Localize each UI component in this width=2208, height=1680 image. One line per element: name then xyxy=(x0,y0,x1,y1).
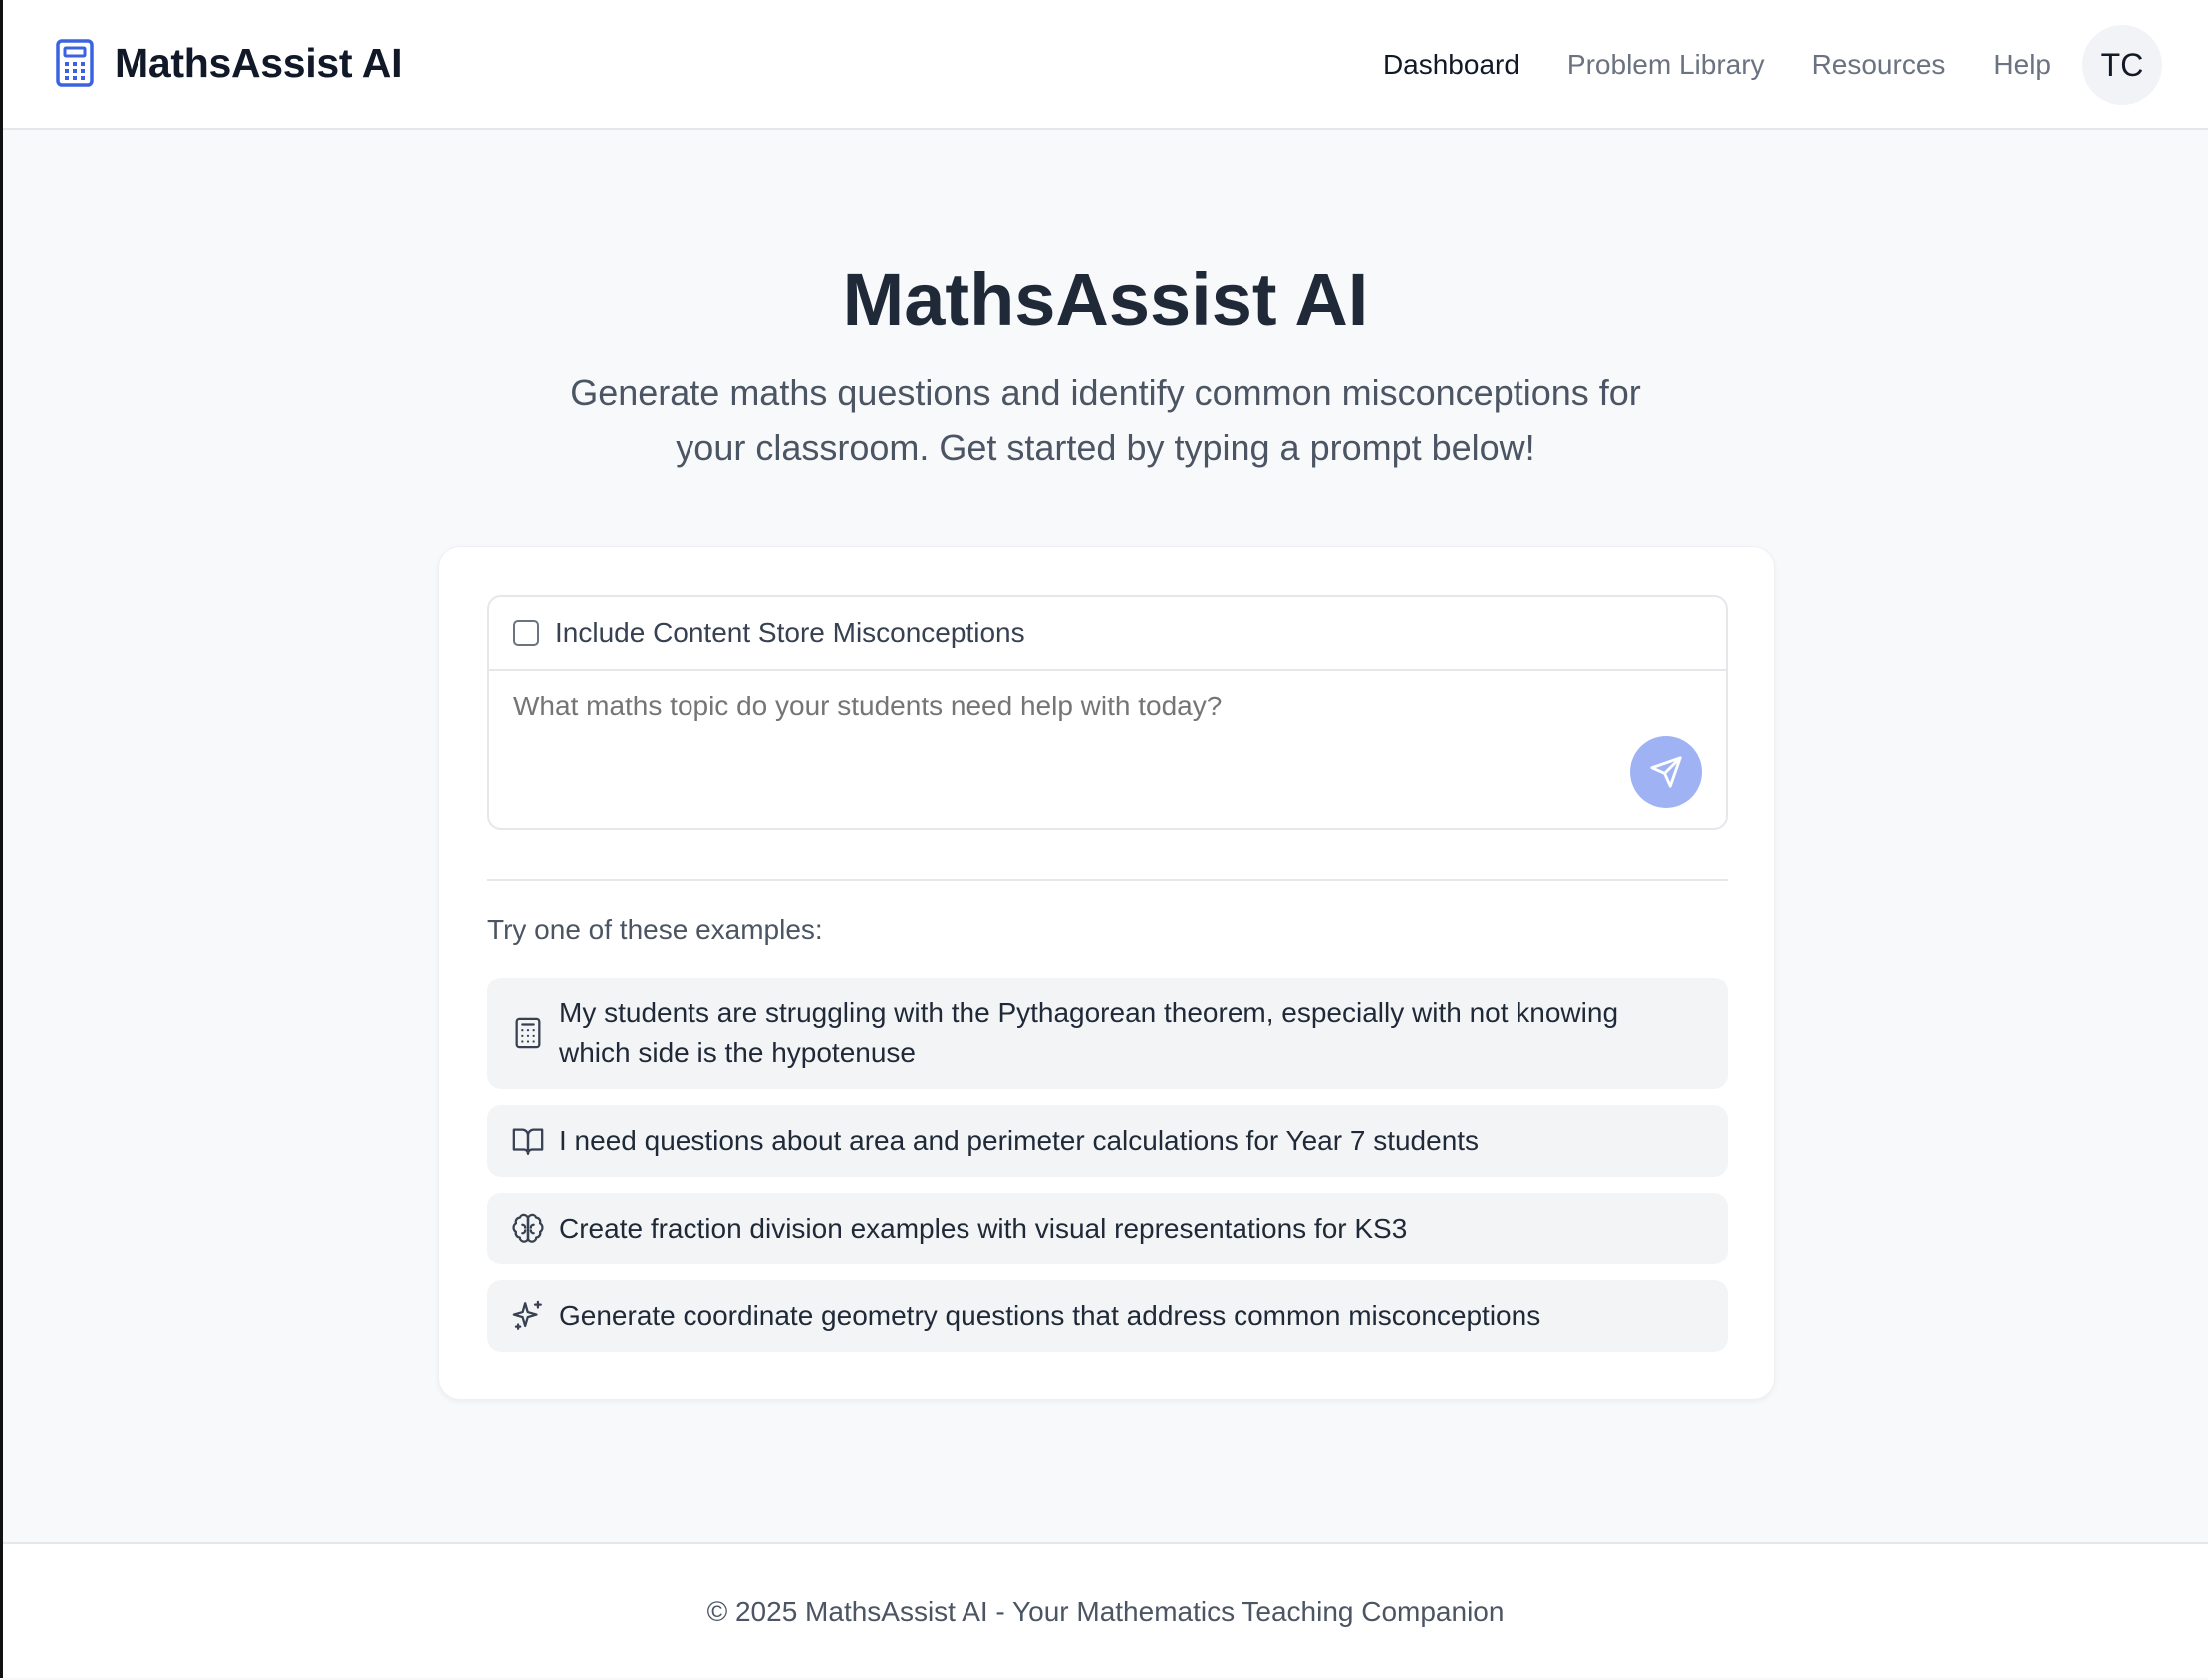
nav-dashboard[interactable]: Dashboard xyxy=(1383,49,1519,81)
hero: MathsAssist AI Generate maths questions … xyxy=(3,247,2208,476)
example-text: I need questions about area and perimete… xyxy=(559,1125,1480,1156)
misconceptions-checkbox-label[interactable]: Include Content Store Misconceptions xyxy=(555,617,1025,649)
prompt-box: Include Content Store Misconceptions xyxy=(487,595,1728,830)
misconceptions-checkbox[interactable] xyxy=(513,620,539,646)
example-prompt-area-perimeter[interactable]: I need questions about area and perimete… xyxy=(487,1105,1728,1177)
send-button[interactable] xyxy=(1630,736,1702,808)
example-prompt-pythagoras[interactable]: My students are struggling with the Pyth… xyxy=(487,978,1728,1089)
sparkles-icon xyxy=(512,1300,542,1330)
prompt-card: Include Content Store Misconceptions Try… xyxy=(438,546,1775,1400)
page-subtitle: Generate maths questions and identify co… xyxy=(570,372,1641,468)
brain-icon xyxy=(512,1213,544,1243)
main-nav: Dashboard Problem Library Resources Help… xyxy=(1335,0,2208,130)
book-open-icon xyxy=(512,1128,544,1155)
brand[interactable]: MathsAssist AI xyxy=(55,38,402,88)
misconceptions-toggle-row[interactable]: Include Content Store Misconceptions xyxy=(489,597,1726,671)
divider xyxy=(487,879,1728,881)
examples-heading: Try one of these examples: xyxy=(487,914,823,945)
footer: © 2025 MathsAssist AI - Your Mathematics… xyxy=(3,1542,2208,1678)
top-navbar: MathsAssist AI Dashboard Problem Library… xyxy=(3,0,2208,130)
prompt-input[interactable] xyxy=(513,691,1609,722)
example-text: My students are struggling with the Pyth… xyxy=(559,997,1619,1068)
example-text: Create fraction division examples with v… xyxy=(559,1213,1408,1244)
nav-problem-library[interactable]: Problem Library xyxy=(1567,49,1765,81)
user-avatar[interactable]: TC xyxy=(2082,25,2162,105)
example-prompt-fraction-division[interactable]: Create fraction division examples with v… xyxy=(487,1193,1728,1264)
example-prompt-coordinate-geometry[interactable]: Generate coordinate geometry questions t… xyxy=(487,1280,1728,1352)
nav-help[interactable]: Help xyxy=(1993,49,2051,81)
nav-resources[interactable]: Resources xyxy=(1812,49,1946,81)
example-text: Generate coordinate geometry questions t… xyxy=(559,1300,1541,1331)
send-icon xyxy=(1650,756,1682,788)
calculator-icon xyxy=(515,1017,541,1049)
app-name: MathsAssist AI xyxy=(115,39,403,86)
calculator-icon xyxy=(56,39,94,87)
page-title: MathsAssist AI xyxy=(842,258,1369,341)
footer-text: © 2025 MathsAssist AI - Your Mathematics… xyxy=(706,1596,1505,1627)
